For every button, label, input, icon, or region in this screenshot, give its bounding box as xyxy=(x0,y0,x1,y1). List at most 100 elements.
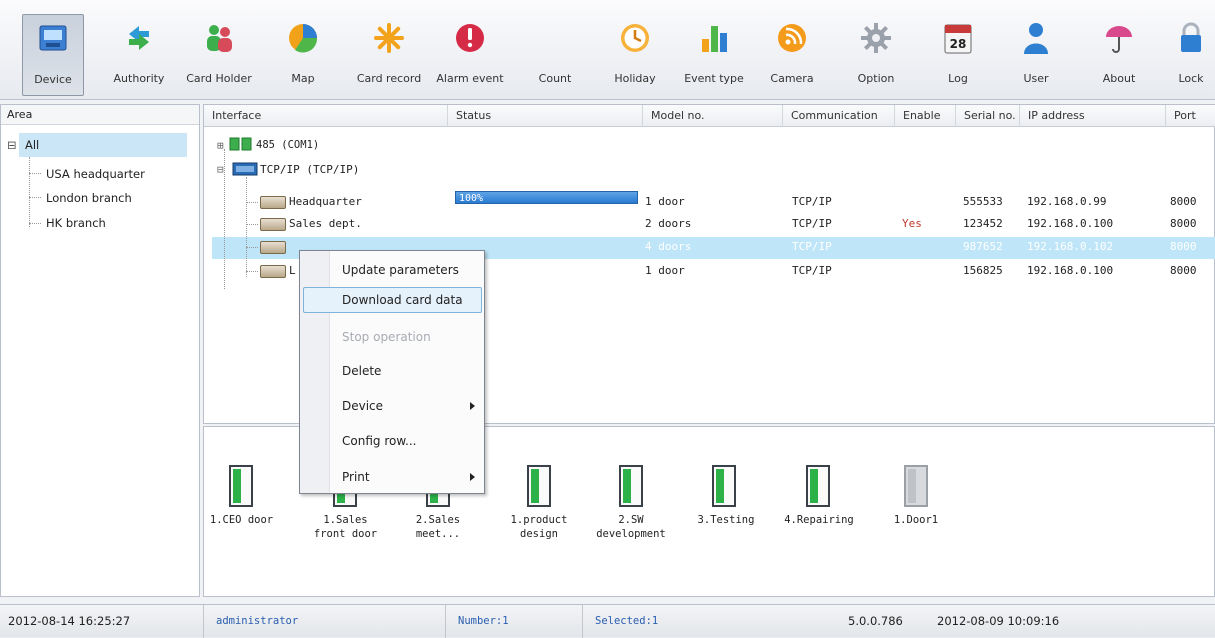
door-icon[interactable] xyxy=(806,465,830,507)
menu-item-delete[interactable]: Delete xyxy=(342,364,381,378)
grid-tree-branch-line xyxy=(246,271,258,272)
group-485[interactable]: 485 (COM1) xyxy=(256,139,319,151)
column-header-communication[interactable]: Communication xyxy=(783,105,895,127)
column-header-model[interactable]: Model no. xyxy=(643,105,783,127)
row-port: 8000 xyxy=(1170,240,1197,253)
column-header-enable[interactable]: Enable xyxy=(895,105,956,127)
toolbar-label: Device xyxy=(34,73,72,86)
toolbar-authority-button[interactable]: Authority xyxy=(106,14,172,96)
door-label[interactable]: 1.Sales front door xyxy=(308,513,383,541)
toolbar: Device Authority Card Holder Map Card re… xyxy=(0,0,1215,100)
toolbar-log-button[interactable]: 28 Log xyxy=(933,14,983,96)
door-icon[interactable] xyxy=(229,465,253,507)
status-selected: Selected:1 xyxy=(582,605,658,638)
toolbar-event-type-button[interactable]: Event type xyxy=(678,14,750,96)
door-label[interactable]: 2.Sales meet... xyxy=(402,513,474,541)
door-icon[interactable] xyxy=(619,465,643,507)
row-communication: TCP/IP xyxy=(792,217,832,230)
column-header-interface[interactable]: Interface xyxy=(204,105,448,127)
menu-item-stop-operation[interactable]: Stop operation xyxy=(342,330,431,344)
door-label[interactable]: 1.CEO door xyxy=(204,513,279,527)
row-model: 2 doors xyxy=(645,217,692,230)
toolbar-label: Alarm event xyxy=(436,72,504,85)
row-interface[interactable]: L xyxy=(289,264,296,277)
row-interface[interactable]: Sales dept. xyxy=(289,217,362,230)
row-model: 1 door xyxy=(645,195,685,208)
toolbar-holiday-button[interactable]: Holiday xyxy=(610,14,660,96)
area-panel: Area ⊟ All USA headquarter London branch… xyxy=(0,104,200,597)
toolbar-card-holder-button[interactable]: Card Holder xyxy=(183,14,255,96)
toolbar-about-button[interactable]: About xyxy=(1094,14,1144,96)
menu-item-print[interactable]: Print xyxy=(342,470,370,484)
tree-branch-line xyxy=(29,173,41,174)
area-header: Area xyxy=(1,105,199,125)
toolbar-label: Holiday xyxy=(614,72,656,85)
door-label-line1: 1.Door1 xyxy=(893,514,939,526)
camera-icon xyxy=(778,24,806,52)
row-ip: 192.168.0.99 xyxy=(1027,195,1107,208)
toolbar-device-button[interactable]: Device xyxy=(22,14,84,96)
row-ip: 192.168.0.100 xyxy=(1027,217,1114,230)
toolbar-option-button[interactable]: Option xyxy=(851,14,901,96)
toolbar-camera-button[interactable]: Camera xyxy=(767,14,817,96)
door-label[interactable]: 1.product design xyxy=(498,513,580,541)
tree-item-london-branch[interactable]: London branch xyxy=(46,191,132,205)
main-window: Device Authority Card Holder Map Card re… xyxy=(0,0,1215,638)
toolbar-label: Count xyxy=(538,72,572,85)
toolbar-label: Authority xyxy=(113,72,165,85)
status-version: 5.0.0.786 xyxy=(848,614,903,628)
door-label[interactable]: 4.Repairing xyxy=(774,513,864,527)
menu-item-update-parameters[interactable]: Update parameters xyxy=(342,263,459,277)
row-serial: 555533 xyxy=(963,195,1003,208)
expand-toggle[interactable]: ⊞ xyxy=(217,139,224,152)
status-build-date: 2012-08-09 10:09:16 xyxy=(937,614,1060,628)
grid-tree-guide-line xyxy=(224,149,225,289)
toolbar-alarm-event-button[interactable]: Alarm event xyxy=(431,14,509,96)
controller-icon xyxy=(260,265,286,278)
door-label[interactable]: 3.Testing xyxy=(688,513,764,527)
column-header-serial[interactable]: Serial no. xyxy=(956,105,1020,127)
toolbar-label: Option xyxy=(857,72,895,85)
column-header-ip[interactable]: IP address xyxy=(1020,105,1166,127)
status-user: administrator xyxy=(203,605,298,638)
network-icon xyxy=(232,162,258,176)
door-label-line2: design xyxy=(520,528,558,540)
door-label[interactable]: 2.SW development xyxy=(586,513,676,541)
menu-item-config-row[interactable]: Config row... xyxy=(342,434,416,448)
status-bar: 2012-08-14 16:25:27 administrator Number… xyxy=(0,604,1215,638)
tree-item-hk-branch[interactable]: HK branch xyxy=(46,216,106,230)
toolbar-user-button[interactable]: User xyxy=(1011,14,1061,96)
door-offline-icon[interactable] xyxy=(904,465,928,507)
group-tcpip[interactable]: TCP/IP (TCP/IP) xyxy=(260,163,359,176)
grid-tree-branch-line xyxy=(246,247,258,248)
serial-port-icon xyxy=(229,137,252,151)
menu-item-device[interactable]: Device xyxy=(342,399,383,413)
grid-tree-branch-line xyxy=(246,202,258,203)
tree-collapse-toggle[interactable]: ⊟ xyxy=(7,138,17,152)
row-interface[interactable]: Headquarter xyxy=(289,195,362,208)
submenu-arrow-icon xyxy=(470,402,475,410)
toolbar-map-button[interactable]: Map xyxy=(278,14,328,96)
row-serial: 123452 xyxy=(963,217,1003,230)
door-label-line1: 1.Sales xyxy=(323,514,368,526)
column-header-status[interactable]: Status xyxy=(448,105,643,127)
menu-item-download-card-data[interactable]: Download card data xyxy=(342,293,463,307)
toolbar-count-button[interactable]: Count xyxy=(530,14,580,96)
door-leaf xyxy=(908,469,916,503)
tree-item-usa-headquarter[interactable]: USA headquarter xyxy=(46,167,145,181)
toolbar-lock-button[interactable]: Lock xyxy=(1170,14,1212,96)
controller-icon xyxy=(260,218,286,231)
toolbar-label: About xyxy=(1102,72,1136,85)
row-serial: 156825 xyxy=(963,264,1003,277)
door-label[interactable]: 1.Door1 xyxy=(876,513,956,527)
tree-item-all[interactable]: All xyxy=(25,138,39,152)
row-communication: TCP/IP xyxy=(792,264,832,277)
door-icon[interactable] xyxy=(712,465,736,507)
door-icon[interactable] xyxy=(527,465,551,507)
door-leaf xyxy=(233,469,241,503)
row-enable: Yes xyxy=(902,217,922,230)
row-communication: TCP/IP xyxy=(792,195,832,208)
collapse-toggle[interactable]: ⊟ xyxy=(217,163,224,176)
column-header-port[interactable]: Port xyxy=(1166,105,1215,127)
toolbar-card-record-button[interactable]: Card record xyxy=(349,14,429,96)
